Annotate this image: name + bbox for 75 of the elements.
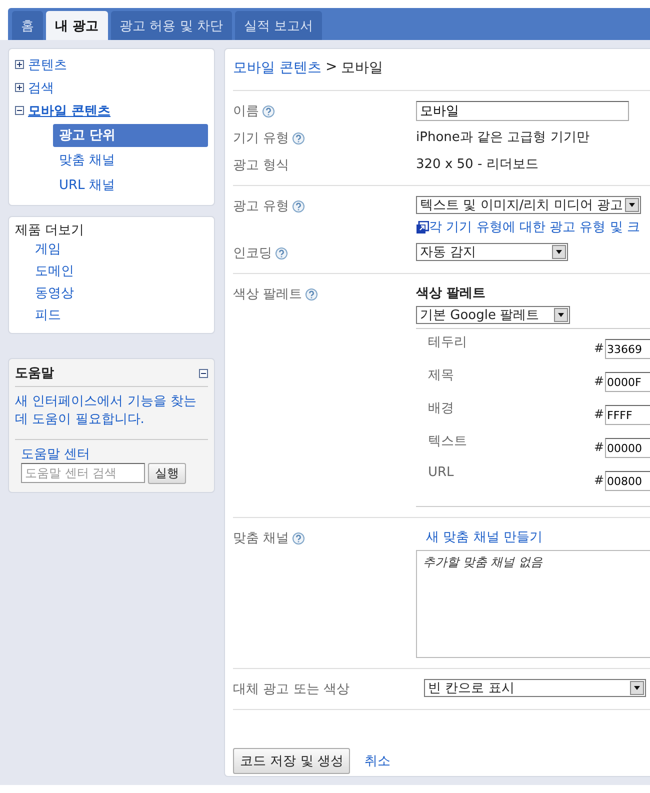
- color-field[interactable]: 33669: [605, 339, 650, 359]
- hash-sign: #: [594, 341, 605, 355]
- field-value: 320 x 50 - 리더보드: [416, 156, 538, 174]
- color-label: 텍스트: [427, 433, 468, 450]
- dropdown-caret-icon[interactable]: [630, 681, 644, 695]
- help-center-link[interactable]: 도움말 센터: [21, 445, 208, 463]
- collapse-icon[interactable]: [199, 368, 208, 378]
- save-button[interactable]: 코드 저장 및 생성: [233, 748, 350, 774]
- field-label: 기기 유형: [233, 130, 290, 147]
- field-label: 색상 팔레트: [233, 286, 302, 303]
- nav-subitem[interactable]: URL 채널: [53, 174, 208, 197]
- empty-message: 추가할 맞춤 채널 없음: [423, 555, 542, 569]
- field-label: 광고 형식: [233, 157, 290, 174]
- breadcrumb-link[interactable]: 모바일 콘텐츠: [233, 59, 322, 77]
- nav-link[interactable]: 콘텐츠: [28, 56, 67, 74]
- help-icon[interactable]: [292, 132, 306, 144]
- new-channel-link[interactable]: 새 맞춤 채널 만들기: [426, 528, 650, 546]
- channel-list[interactable]: 추가할 맞춤 채널 없음: [416, 550, 650, 658]
- tab[interactable]: 실적 보고서: [234, 11, 322, 40]
- collapse-icon[interactable]: [15, 106, 24, 115]
- color-label: 제목: [427, 367, 455, 384]
- breadcrumb-separator: >: [325, 59, 338, 77]
- help-icon[interactable]: [305, 288, 318, 300]
- select-field[interactable]: 빈 칸으로 표시: [424, 679, 646, 697]
- help-icon[interactable]: [262, 104, 275, 118]
- help-icon[interactable]: [275, 246, 288, 260]
- nav-subitem[interactable]: 광고 단위: [53, 124, 208, 147]
- expand-icon[interactable]: [15, 83, 24, 92]
- field-label: 맞춤 채널: [233, 530, 290, 547]
- cancel-link[interactable]: 취소: [364, 752, 390, 770]
- tab[interactable]: 광고 허용 및 차단: [110, 11, 232, 40]
- product-link[interactable]: 동영상: [35, 283, 208, 305]
- hash-sign: #: [594, 440, 605, 454]
- hash-sign: #: [594, 374, 605, 388]
- color-field[interactable]: 0000F: [605, 372, 650, 392]
- product-link[interactable]: 피드: [35, 305, 208, 327]
- hash-sign: #: [594, 407, 605, 421]
- color-label: 테두리: [427, 334, 468, 351]
- field-label: 대체 광고 또는 색상: [233, 681, 350, 698]
- field-label: 이름: [233, 103, 259, 120]
- nav-link[interactable]: 모바일 콘텐츠: [28, 102, 111, 120]
- field-value: iPhone과 같은 고급형 기기만: [416, 129, 590, 147]
- select-field[interactable]: 자동 감지: [416, 243, 568, 261]
- product-link[interactable]: 도메인: [35, 261, 208, 283]
- palette-title: 색상 팔레트: [416, 285, 487, 302]
- select-field[interactable]: 텍스트 및 이미지/리치 미디어 광고: [416, 196, 641, 214]
- go-button[interactable]: 실행: [148, 463, 186, 484]
- dropdown-caret-icon[interactable]: [552, 245, 566, 259]
- expand-icon[interactable]: [15, 60, 24, 69]
- tab[interactable]: 내 광고: [46, 11, 108, 40]
- panel-title: 제품 더보기: [15, 222, 86, 239]
- external-link[interactable]: 각 기기 유형에 대한 광고 유형 및 크: [416, 218, 641, 236]
- tab[interactable]: 홈: [12, 11, 43, 40]
- dropdown-caret-icon[interactable]: [625, 198, 639, 212]
- color-field[interactable]: 00000: [605, 438, 650, 458]
- help-text: 새 인터페이스에서 기능을 찾는데 도움이 필요합니다.: [15, 387, 208, 440]
- help-icon[interactable]: [292, 200, 306, 212]
- field-label: 인코딩: [233, 245, 272, 262]
- dropdown-caret-icon[interactable]: [554, 308, 568, 322]
- color-label: 배경: [427, 400, 455, 417]
- name-field[interactable]: 모바일: [416, 101, 629, 121]
- help-icon[interactable]: [292, 532, 306, 544]
- hash-sign: #: [594, 473, 605, 487]
- search-field[interactable]: 도움말 센터 검색: [21, 463, 145, 483]
- nav-link[interactable]: 검색: [28, 78, 54, 96]
- nav-subitem[interactable]: 맞춤 채널: [53, 149, 208, 172]
- new-window-icon: [416, 220, 429, 234]
- color-field[interactable]: 00800: [605, 471, 650, 491]
- color-label: URL: [427, 465, 455, 480]
- palette-select[interactable]: 기본 Google 팔레트: [416, 306, 570, 324]
- panel-title: 도움말: [15, 365, 54, 382]
- breadcrumb-current: 모바일: [341, 59, 384, 77]
- product-link[interactable]: 게임: [35, 239, 208, 261]
- field-label: 광고 유형: [233, 198, 290, 215]
- color-field[interactable]: FFFF: [605, 405, 650, 425]
